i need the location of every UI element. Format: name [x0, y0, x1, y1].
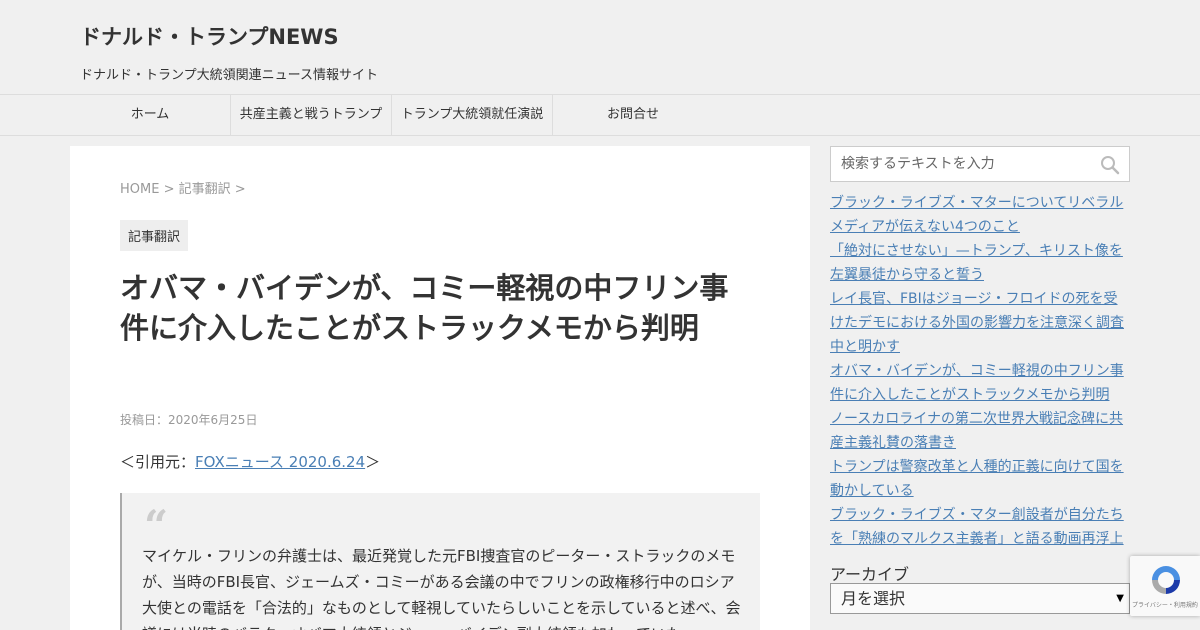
recent-posts-list: ブラック・ライブズ・マターについてリベラルメディアが伝えない4つのこと 「絶対に…: [830, 191, 1130, 551]
breadcrumb: HOME > 記事翻訳 >: [120, 178, 246, 197]
category-badge[interactable]: 記事翻訳: [120, 220, 189, 251]
recent-post-link[interactable]: トランプは警察改革と人種的正義に向けて国を動かしている: [830, 459, 1124, 499]
recent-post-link[interactable]: ブラック・ライブズ・マター創設者が自分たちを「熟練のマルクス主義者」と語る動画再…: [830, 507, 1124, 547]
nav-item-contact[interactable]: お問合せ: [553, 95, 713, 135]
recaptcha-icon: [1152, 566, 1180, 594]
quote-mark-icon: “: [144, 501, 169, 550]
list-item: ブラック・ライブズ・マターについてリベラルメディアが伝えない4つのこと: [830, 191, 1130, 239]
source-link[interactable]: FOXニュース 2020.6.24: [195, 453, 365, 471]
breadcrumb-home[interactable]: HOME: [120, 182, 159, 197]
blockquote-text: マイケル・フリンの弁護士は、最近発覚した元FBI捜査官のピーター・ストラックのメ…: [142, 547, 741, 630]
list-item: レイ長官、FBIはジョージ・フロイドの死を受けたデモにおける外国の影響力を注意深…: [830, 287, 1130, 359]
post-date: 投稿日：2020年6月25日: [120, 413, 258, 427]
archive-heading: アーカイブ: [830, 565, 910, 584]
breadcrumb-separator: >: [230, 182, 246, 197]
quote-source: ＜引用元：FOXニュース 2020.6.24＞: [120, 451, 380, 472]
search-icon[interactable]: [1099, 154, 1121, 176]
nav-item-inaugural-speech[interactable]: トランプ大統領就任演説: [392, 95, 553, 135]
recent-post-link[interactable]: ノースカロライナの第二次世界大戦記念碑に共産主義礼賛の落書き: [830, 411, 1123, 451]
site-title[interactable]: ドナルド・トランプNEWS: [80, 21, 339, 51]
chevron-down-icon: ▼: [1116, 593, 1124, 604]
site-header: ドナルド・トランプNEWS ドナルド・トランプ大統領関連ニュース情報サイト: [0, 0, 1200, 94]
blockquote: “ マイケル・フリンの弁護士は、最近発覚した元FBI捜査官のピーター・ストラック…: [120, 493, 760, 630]
site-description: ドナルド・トランプ大統領関連ニュース情報サイト: [80, 68, 378, 83]
nav-item-home[interactable]: ホーム: [70, 95, 231, 135]
article-title: オバマ・バイデンが、コミー軽視の中フリン事件に介入したことがストラックメモから判…: [120, 271, 729, 345]
article-container: HOME > 記事翻訳 > 記事翻訳 オバマ・バイデンが、コミー軽視の中フリン事…: [70, 146, 810, 630]
breadcrumb-category[interactable]: 記事翻訳: [179, 182, 231, 197]
recent-post-link[interactable]: オバマ・バイデンが、コミー軽視の中フリン事件に介入したことがストラックメモから判…: [830, 363, 1124, 403]
list-item: トランプは警察改革と人種的正義に向けて国を動かしている: [830, 455, 1130, 503]
list-item: オバマ・バイデンが、コミー軽視の中フリン事件に介入したことがストラックメモから判…: [830, 359, 1130, 407]
archive-dropdown[interactable]: 月を選択 ▼: [830, 583, 1130, 614]
nav-item-anti-communism[interactable]: 共産主義と戦うトランプ: [231, 95, 392, 135]
archive-dropdown-value: 月を選択: [841, 589, 906, 608]
main-navigation: ホーム 共産主義と戦うトランプ トランプ大統領就任演説 お問合せ: [0, 94, 1200, 136]
recent-post-link[interactable]: 「絶対にさせない」—トランプ、キリスト像を左翼暴徒から守ると誓う: [830, 243, 1123, 283]
breadcrumb-separator: >: [159, 182, 179, 197]
recaptcha-badge[interactable]: プライバシー・利用規約: [1130, 556, 1200, 616]
quote-source-prefix: ＜引用元：: [120, 453, 196, 471]
list-item: ブラック・ライブズ・マター創設者が自分たちを「熟練のマルクス主義者」と語る動画再…: [830, 503, 1130, 551]
recent-post-link[interactable]: レイ長官、FBIはジョージ・フロイドの死を受けたデモにおける外国の影響力を注意深…: [830, 291, 1124, 355]
recent-post-link[interactable]: ブラック・ライブズ・マターについてリベラルメディアが伝えない4つのこと: [830, 195, 1123, 235]
quote-source-suffix: ＞: [365, 453, 381, 471]
search-input[interactable]: [831, 147, 1091, 181]
list-item: 「絶対にさせない」—トランプ、キリスト像を左翼暴徒から守ると誓う: [830, 239, 1130, 287]
list-item: ノースカロライナの第二次世界大戦記念碑に共産主義礼賛の落書き: [830, 407, 1130, 455]
recaptcha-text: プライバシー・利用規約: [1132, 602, 1198, 609]
search-form: [830, 146, 1130, 182]
